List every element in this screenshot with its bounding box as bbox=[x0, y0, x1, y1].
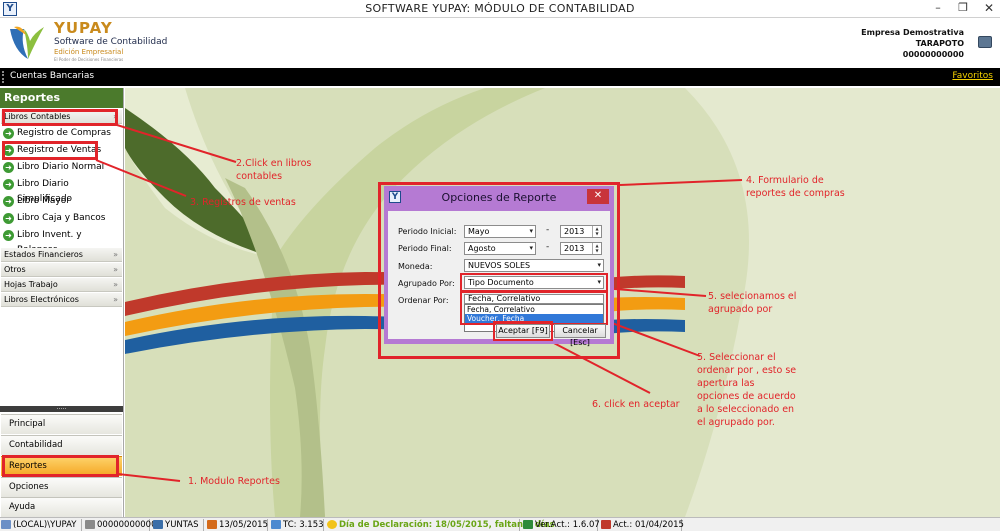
highlight-libros-contables bbox=[2, 109, 118, 126]
agrupado-por-label: Agrupado Por: bbox=[398, 279, 455, 288]
moneda-label: Moneda: bbox=[398, 262, 433, 271]
ordenar-por-label: Ordenar Por: bbox=[398, 296, 449, 305]
spinner-value: 2013 bbox=[564, 227, 585, 236]
status-ruc: 00000000000 bbox=[84, 519, 157, 531]
update-calendar-icon bbox=[601, 520, 611, 529]
dropdown-arrow-icon: ▾ bbox=[529, 244, 533, 252]
periodo-inicial-year-spinner[interactable]: 2013 ▲ ▼ bbox=[560, 225, 602, 238]
status-bar: (LOCAL)\YUPAY 00000000000 YUNTAS 13/05/2… bbox=[0, 517, 1000, 531]
periodo-inicial-month-select[interactable]: Mayo ▾ bbox=[464, 225, 536, 238]
annotation-6: 6. click en aceptar bbox=[592, 399, 680, 410]
periodo-final-month-select[interactable]: Agosto ▾ bbox=[464, 242, 536, 255]
annotation-5a: 5. selecionamos el agrupado por bbox=[708, 291, 797, 315]
check-icon bbox=[523, 520, 533, 529]
annotation-1: 1. Modulo Reportes bbox=[188, 476, 280, 487]
exchange-icon bbox=[271, 520, 281, 529]
annotation-5b: 5. Seleccionar el ordenar por , esto se … bbox=[697, 352, 797, 428]
status-text: 13/05/2015 bbox=[219, 520, 268, 530]
status-declaration: Día de Declaración: 18/05/2015, faltan 5… bbox=[326, 519, 555, 531]
select-value: Mayo bbox=[468, 227, 490, 236]
status-user: YUNTAS bbox=[152, 519, 204, 531]
periodo-final-label: Periodo Final: bbox=[398, 244, 452, 253]
highlight-reportes-module bbox=[2, 455, 119, 477]
highlight-registro-ventas bbox=[2, 141, 98, 160]
range-dash: - bbox=[546, 242, 550, 252]
annotation-3: 3. Registros de ventas bbox=[190, 197, 296, 208]
periodo-final-year-spinner[interactable]: 2013 ▲ ▼ bbox=[560, 242, 602, 255]
lightbulb-icon bbox=[327, 520, 337, 529]
status-version: Ver.Act.: 1.6.07 bbox=[522, 519, 600, 531]
report-options-dialog: Y Opciones de Reporte ✕ Periodo Inicial:… bbox=[384, 186, 614, 347]
dropdown-arrow-icon: ▾ bbox=[529, 227, 533, 235]
status-update-date: Act.: 01/04/2015 bbox=[600, 519, 684, 531]
server-icon bbox=[1, 520, 11, 529]
status-text: (LOCAL)\YUPAY bbox=[13, 520, 77, 530]
periodo-inicial-label: Periodo Inicial: bbox=[398, 227, 457, 236]
status-server: (LOCAL)\YUPAY bbox=[0, 519, 82, 531]
dialog-titlebar: Y Opciones de Reporte ✕ bbox=[384, 186, 614, 208]
annotation-4: 4. Formulario de reportes de compras bbox=[746, 175, 845, 199]
highlight-accept-button bbox=[493, 321, 553, 341]
dialog-close-button[interactable]: ✕ bbox=[587, 189, 609, 204]
calendar-icon bbox=[207, 520, 217, 529]
status-exchange-rate: TC: 3.153 bbox=[270, 519, 324, 531]
status-text: YUNTAS bbox=[165, 520, 199, 530]
select-value: NUEVOS SOLES bbox=[468, 261, 531, 270]
status-text: 00000000000 bbox=[97, 520, 157, 530]
highlight-agrupado-por bbox=[460, 273, 608, 292]
highlight-ordenar-por bbox=[460, 291, 608, 325]
status-text: TC: 3.153 bbox=[283, 520, 324, 530]
spinner-arrows-icon[interactable]: ▲ ▼ bbox=[592, 226, 601, 237]
spinner-arrows-icon[interactable]: ▲ ▼ bbox=[592, 243, 601, 254]
moneda-select[interactable]: NUEVOS SOLES ▾ bbox=[464, 259, 604, 272]
select-value: Agosto bbox=[468, 244, 496, 253]
dialog-title: Opciones de Reporte bbox=[441, 191, 557, 204]
range-dash: - bbox=[546, 225, 550, 235]
cancel-button[interactable]: Cancelar [Esc] bbox=[554, 324, 606, 347]
status-text: Act.: 01/04/2015 bbox=[613, 520, 684, 530]
dropdown-arrow-icon: ▾ bbox=[597, 261, 601, 269]
id-card-icon bbox=[85, 520, 95, 529]
dialog-body: Periodo Inicial: Mayo ▾ - 2013 ▲ ▼ Period… bbox=[388, 211, 610, 347]
status-text: Ver.Act.: 1.6.07 bbox=[535, 520, 600, 530]
spinner-value: 2013 bbox=[564, 244, 585, 253]
status-date: 13/05/2015 bbox=[206, 519, 268, 531]
annotation-2: 2.Click en libros contables bbox=[236, 158, 312, 182]
user-icon bbox=[153, 520, 163, 529]
